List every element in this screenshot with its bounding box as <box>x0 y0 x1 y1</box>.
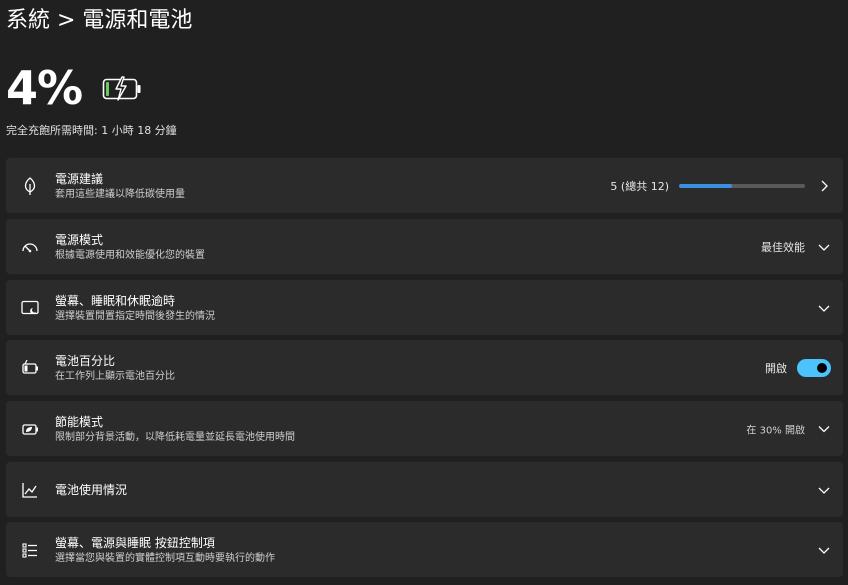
chevron-down-icon <box>817 483 831 497</box>
speedometer-icon <box>20 237 40 257</box>
power-recommendations-card[interactable]: 電源建議 套用這些建議以降低碳使用量 5 (總共 12) <box>6 158 843 213</box>
battery-percentage-card[interactable]: 電池百分比 在工作列上顯示電池百分比 開啟 <box>6 340 843 395</box>
power-buttons-card[interactable]: 螢幕、電源與睡眠 按鈕控制項 選擇當您與裝置的實體控制項互動時要執行的動作 <box>6 522 843 577</box>
card-title: 電池使用情況 <box>55 482 128 497</box>
energy-saver-threshold: 在 30% 開啟 <box>746 425 805 436</box>
chevron-down-icon <box>817 543 831 557</box>
toggle-knob <box>817 362 827 373</box>
card-title: 節能模式 <box>55 414 104 429</box>
card-title: 螢幕、睡眠和休眠逾時 <box>55 293 176 308</box>
card-description: 限制部分背景活動，以降低耗電量並延長電池使用時間 <box>55 431 295 443</box>
chart-icon <box>20 480 40 500</box>
battery-percentage-toggle[interactable] <box>797 358 831 377</box>
time-to-full-charge: 完全充飽所需時間: 1 小時 18 分鐘 <box>6 124 177 137</box>
breadcrumb: 系統 > 電源和電池 <box>6 8 193 33</box>
battery-usage-card[interactable]: 電池使用情況 <box>6 462 843 517</box>
battery-status: 4% <box>6 60 142 116</box>
card-description: 選擇當您與裝置的實體控制項互動時要執行的動作 <box>55 552 275 564</box>
screen-sleep-icon <box>20 298 40 318</box>
leaf-icon <box>20 176 40 196</box>
card-title: 電源模式 <box>55 232 104 247</box>
card-description: 根據電源使用和效能優化您的裝置 <box>55 249 205 261</box>
chevron-down-icon <box>817 240 831 254</box>
recommendations-progress <box>679 183 805 188</box>
card-description: 選擇裝置閒置指定時間後發生的情況 <box>55 310 215 322</box>
energy-saver-card[interactable]: 節能模式 限制部分背景活動，以降低耗電量並延長電池使用時間 在 30% 開啟 <box>6 401 843 456</box>
battery-charging-icon <box>102 74 142 102</box>
chevron-down-icon <box>817 301 831 315</box>
card-title: 電源建議 <box>55 171 104 186</box>
energy-saver-icon <box>20 419 40 439</box>
chevron-down-icon <box>817 422 831 436</box>
screen-sleep-card[interactable]: 螢幕、睡眠和休眠逾時 選擇裝置閒置指定時間後發生的情況 <box>6 280 843 335</box>
power-mode-card[interactable]: 電源模式 根據電源使用和效能優化您的裝置 最佳效能 <box>6 219 843 274</box>
card-title: 電池百分比 <box>55 353 116 368</box>
chevron-right-icon <box>817 179 831 193</box>
card-description: 在工作列上顯示電池百分比 <box>55 370 175 382</box>
recommendations-count: 5 (總共 12) <box>610 179 669 193</box>
power-mode-select[interactable]: 最佳效能 <box>761 239 805 255</box>
battery-charging-icon <box>20 358 40 378</box>
list-icon <box>20 540 40 560</box>
toggle-state-label: 開啟 <box>765 361 787 375</box>
card-description: 套用這些建議以降低碳使用量 <box>55 188 185 200</box>
card-title: 螢幕、電源與睡眠 按鈕控制項 <box>55 535 215 550</box>
battery-percent: 4% <box>6 61 83 115</box>
